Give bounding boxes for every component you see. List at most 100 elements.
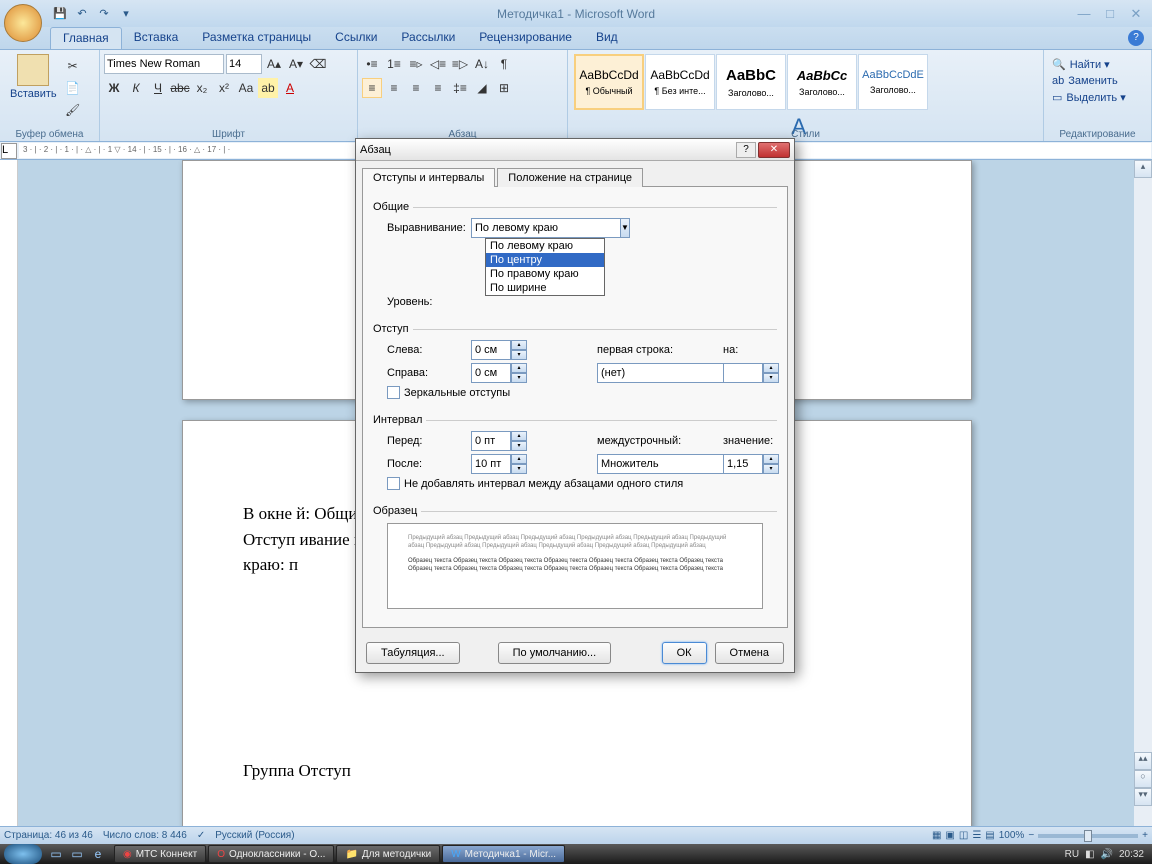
tab-references[interactable]: Ссылки <box>323 27 389 49</box>
paste-button[interactable]: Вставить <box>4 52 63 102</box>
style-heading3[interactable]: AaBbCcDdEЗаголово... <box>858 54 928 110</box>
zoom-out-button[interactable]: − <box>1028 830 1034 841</box>
task-folder[interactable]: 📁Для методички <box>336 845 440 863</box>
save-icon[interactable]: 💾 <box>50 4 70 24</box>
bold-button[interactable]: Ж <box>104 78 124 98</box>
zoom-in-button[interactable]: + <box>1142 830 1148 841</box>
quick-launch-icon[interactable]: e <box>88 844 108 864</box>
style-heading2[interactable]: AaBbCcЗаголово... <box>787 54 857 110</box>
tab-view[interactable]: Вид <box>584 27 630 49</box>
alignment-dropdown-button[interactable]: ▼ <box>620 218 630 238</box>
spellcheck-icon[interactable]: ✓ <box>197 830 205 841</box>
start-button[interactable] <box>4 844 42 864</box>
bullets-button[interactable]: •≡ <box>362 54 382 74</box>
change-case-button[interactable]: Aa <box>236 78 256 98</box>
strike-button[interactable]: abc <box>170 78 190 98</box>
maximize-button[interactable]: □ <box>1098 5 1122 23</box>
office-button[interactable] <box>4 4 42 42</box>
alignment-option-justify[interactable]: По ширине <box>486 281 604 295</box>
tab-indents-spacing[interactable]: Отступы и интервалы <box>362 168 495 187</box>
font-name-input[interactable] <box>104 54 224 74</box>
superscript-button[interactable]: x² <box>214 78 234 98</box>
set-default-button[interactable]: По умолчанию... <box>498 642 612 664</box>
numbering-button[interactable]: 1≡ <box>384 54 404 74</box>
align-right-button[interactable]: ≡ <box>406 78 426 98</box>
font-size-input[interactable] <box>226 54 262 74</box>
zoom-slider[interactable] <box>1038 834 1138 838</box>
outdent-button[interactable]: ◁≡ <box>428 54 448 74</box>
prev-page-button[interactable]: ▴▴ <box>1134 752 1152 770</box>
next-page-button[interactable]: ▾▾ <box>1134 788 1152 806</box>
no-space-same-style-checkbox[interactable] <box>387 477 400 490</box>
alignment-option-right[interactable]: По правому краю <box>486 267 604 281</box>
align-center-button[interactable]: ≡ <box>384 78 404 98</box>
space-after-spinner[interactable]: ▴▾ <box>471 454 527 474</box>
view-outline-icon[interactable]: ☰ <box>972 830 981 841</box>
style-heading1[interactable]: AaBbCЗаголово... <box>716 54 786 110</box>
view-draft-icon[interactable]: ▤ <box>985 830 994 841</box>
view-print-layout-icon[interactable]: ▦ <box>932 830 941 841</box>
minimize-button[interactable]: — <box>1072 5 1096 23</box>
tray-clock[interactable]: 20:32 <box>1119 849 1144 860</box>
align-left-button[interactable]: ≡ <box>362 78 382 98</box>
qat-customize-icon[interactable]: ▾ <box>116 4 136 24</box>
tray-volume-icon[interactable]: 🔊 <box>1101 849 1113 860</box>
format-painter-icon[interactable]: 🖌 <box>63 100 83 120</box>
tab-mailings[interactable]: Рассылки <box>389 27 467 49</box>
dialog-titlebar[interactable]: Абзац ? ✕ <box>356 139 794 161</box>
vertical-scrollbar[interactable]: ▴ ▴▴ ○ ▾▾ <box>1134 160 1152 826</box>
indent-left-spinner[interactable]: ▴▾ <box>471 340 527 360</box>
quick-launch-icon[interactable]: ▭ <box>46 844 66 864</box>
style-normal[interactable]: AaBbCcDd¶ Обычный <box>574 54 644 110</box>
undo-icon[interactable]: ↶ <box>72 4 92 24</box>
show-marks-button[interactable]: ¶ <box>494 54 514 74</box>
borders-button[interactable]: ⊞ <box>494 78 514 98</box>
status-page[interactable]: Страница: 46 из 46 <box>4 830 93 841</box>
shrink-font-icon[interactable]: A▾ <box>286 54 306 74</box>
line-spacing-combo[interactable]: ▼ <box>597 454 713 474</box>
shading-button[interactable]: ◢ <box>472 78 492 98</box>
tray-network-icon[interactable]: ◧ <box>1085 849 1094 860</box>
space-before-spinner[interactable]: ▴▾ <box>471 431 527 451</box>
tab-home[interactable]: Главная <box>50 27 122 49</box>
tabs-button[interactable]: Табуляция... <box>366 642 460 664</box>
replace-button[interactable]: abЗаменить <box>1048 73 1147 89</box>
tab-line-page-breaks[interactable]: Положение на странице <box>497 168 643 187</box>
browse-object-button[interactable]: ○ <box>1134 770 1152 788</box>
styles-gallery[interactable]: AaBbCcDd¶ Обычный AaBbCcDd¶ Без инте... … <box>572 52 1039 112</box>
view-web-icon[interactable]: ◫ <box>959 830 968 841</box>
status-word-count[interactable]: Число слов: 8 446 <box>103 830 187 841</box>
style-no-spacing[interactable]: AaBbCcDd¶ Без инте... <box>645 54 715 110</box>
vertical-ruler[interactable] <box>0 160 18 826</box>
find-button[interactable]: 🔍Найти ▾ <box>1048 56 1147 73</box>
tab-selector[interactable]: L <box>1 143 17 159</box>
justify-button[interactable]: ≡ <box>428 78 448 98</box>
select-button[interactable]: ▭Выделить ▾ <box>1048 89 1147 106</box>
zoom-value[interactable]: 100% <box>999 830 1025 841</box>
alignment-option-left[interactable]: По левому краю <box>486 239 604 253</box>
alignment-combo[interactable]: ▼ <box>471 218 591 238</box>
grow-font-icon[interactable]: A▴ <box>264 54 284 74</box>
by-spinner[interactable]: ▴▾ <box>723 363 773 383</box>
dialog-close-button[interactable]: ✕ <box>758 142 790 158</box>
highlight-button[interactable]: ab <box>258 78 278 98</box>
copy-icon[interactable]: 📄 <box>63 78 83 98</box>
underline-button[interactable]: Ч <box>148 78 168 98</box>
indent-right-spinner[interactable]: ▴▾ <box>471 363 527 383</box>
close-button[interactable]: ✕ <box>1124 5 1148 23</box>
font-color-button[interactable]: A <box>280 78 300 98</box>
scroll-up-button[interactable]: ▴ <box>1134 160 1152 178</box>
alignment-option-center[interactable]: По центру <box>486 253 604 267</box>
multilevel-button[interactable]: ≡▹ <box>406 54 426 74</box>
task-word[interactable]: WМетодичка1 - Micr... <box>442 845 565 863</box>
cut-icon[interactable]: ✂ <box>63 56 83 76</box>
task-mts[interactable]: ◉МТС Коннект <box>114 845 206 863</box>
task-odnoklassniki[interactable]: OОдноклассники - O... <box>208 845 334 863</box>
first-line-combo[interactable]: ▼ <box>597 363 713 383</box>
redo-icon[interactable]: ↷ <box>94 4 114 24</box>
tab-page-layout[interactable]: Разметка страницы <box>190 27 323 49</box>
sort-button[interactable]: A↓ <box>472 54 492 74</box>
dialog-help-button[interactable]: ? <box>736 142 756 158</box>
tab-insert[interactable]: Вставка <box>122 27 191 49</box>
tray-lang[interactable]: RU <box>1065 849 1079 860</box>
